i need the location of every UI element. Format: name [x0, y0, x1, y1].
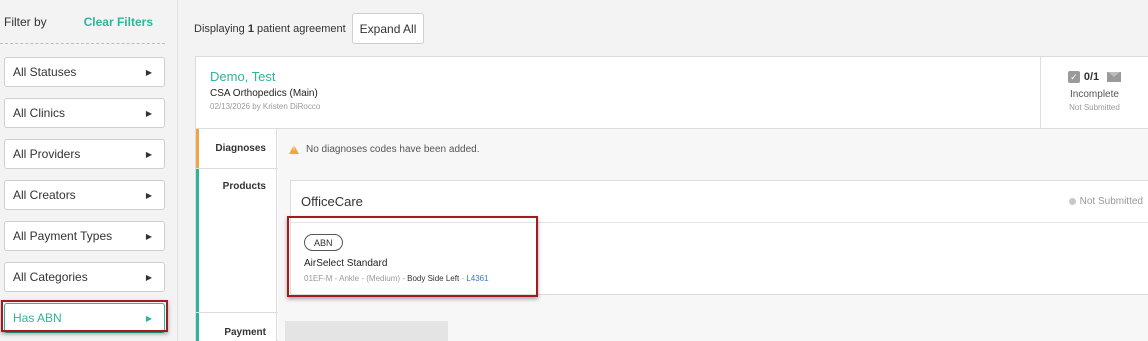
- status-text: Incomplete: [1070, 89, 1119, 100]
- filter-clinics[interactable]: All Clinics ▶: [4, 98, 165, 128]
- filter-has-abn[interactable]: Has ABN ▶: [4, 303, 165, 333]
- chevron-right-icon: ▶: [145, 67, 152, 77]
- products-label: Products: [196, 169, 277, 312]
- agreement-status: ✓ 0/1 Incomplete Not Submitted: [1040, 57, 1148, 128]
- chevron-right-icon: ▶: [145, 149, 152, 159]
- vendor-status: Not Submitted: [1068, 196, 1143, 207]
- vendor-name: OfficeCare: [301, 194, 363, 209]
- filter-statuses[interactable]: All Statuses ▶: [4, 57, 165, 87]
- agreement-header: Demo, Test CSA Orthopedics (Main) 02/13/…: [196, 57, 1148, 129]
- diagnoses-message: No diagnoses codes have been added.: [306, 143, 480, 155]
- item-desc-sep: -: [461, 274, 465, 283]
- patient-name-link[interactable]: Demo, Test: [210, 69, 276, 84]
- diagnoses-body: No diagnoses codes have been added.: [278, 129, 1148, 169]
- signature-count: 0/1: [1083, 71, 1100, 83]
- item-desc-text: 01EF-M - Ankle - (Medium) -: [304, 274, 405, 283]
- filter-by-label: Filter by: [4, 14, 47, 29]
- products-body: OfficeCare Not Submitted ABN AirSelect S…: [278, 169, 1148, 313]
- results-count-text: Displaying 1 patient agreement: [194, 23, 346, 35]
- filter-creators[interactable]: All Creators ▶: [4, 180, 165, 210]
- results-count: 1: [247, 22, 254, 35]
- agreement-card: Demo, Test CSA Orthopedics (Main) 02/13/…: [195, 56, 1148, 341]
- payment-row: Payment: [196, 313, 1148, 341]
- submission-status: Not Submitted: [1069, 103, 1120, 112]
- filter-header: Filter by Clear Filters: [0, 0, 165, 44]
- filter-label: Has ABN: [13, 311, 62, 325]
- vendor-status-text: Not Submitted: [1079, 196, 1143, 207]
- products-row: Products OfficeCare Not Submitted ABN Ai…: [196, 169, 1148, 313]
- clear-filters-link[interactable]: Clear Filters: [84, 15, 153, 29]
- vendor-card: OfficeCare Not Submitted ABN AirSelect S…: [290, 180, 1148, 295]
- main-content: Displaying 1 patient agreement Expand Al…: [178, 0, 1148, 341]
- filter-label: All Clinics: [13, 106, 66, 120]
- filter-providers[interactable]: All Providers ▶: [4, 139, 165, 169]
- product-item-description: 01EF-M - Ankle - (Medium) - Body Side Le…: [304, 274, 489, 283]
- filter-label: All Creators: [13, 188, 76, 202]
- payment-placeholder: [285, 321, 448, 341]
- filter-label: All Payment Types: [13, 229, 113, 243]
- chevron-right-icon: ▶: [145, 108, 152, 118]
- payment-label: Payment: [196, 313, 277, 341]
- warning-icon: [289, 144, 299, 154]
- filter-categories[interactable]: All Categories ▶: [4, 262, 165, 292]
- filter-sidebar: Filter by Clear Filters All Statuses ▶ A…: [0, 0, 178, 341]
- chevron-right-icon: ▶: [145, 313, 152, 323]
- chevron-right-icon: ▶: [145, 190, 152, 200]
- clinic-name: CSA Orthopedics (Main): [210, 88, 318, 99]
- filter-payment-types[interactable]: All Payment Types ▶: [4, 221, 165, 251]
- checkbox-icon: ✓: [1067, 71, 1080, 83]
- filter-label: All Categories: [13, 270, 88, 284]
- chevron-right-icon: ▶: [145, 272, 152, 282]
- diagnoses-label: Diagnoses: [196, 129, 277, 168]
- payment-body: [278, 313, 1148, 341]
- product-item-name: AirSelect Standard: [304, 258, 388, 269]
- body-side: Body Side Left: [407, 274, 460, 283]
- envelope-icon[interactable]: [1107, 72, 1122, 82]
- filter-label: All Providers: [13, 147, 81, 161]
- status-icons: ✓ 0/1: [1041, 71, 1148, 83]
- expand-all-button[interactable]: Expand All: [351, 13, 425, 44]
- filter-label: All Statuses: [13, 65, 77, 79]
- abn-badge: ABN: [304, 234, 343, 251]
- displaying-suffix: patient agreement: [257, 22, 346, 35]
- hcpcs-code[interactable]: L4361: [466, 274, 488, 283]
- vendor-header: OfficeCare Not Submitted: [291, 181, 1148, 223]
- status-dot-icon: [1068, 198, 1076, 205]
- diagnoses-row: Diagnoses No diagnoses codes have been a…: [196, 129, 1148, 169]
- displaying-prefix: Displaying: [194, 22, 245, 35]
- created-info: 02/13/2026 by Kristen DiRocco: [210, 102, 321, 111]
- filter-list: All Statuses ▶ All Clinics ▶ All Provide…: [4, 57, 165, 341]
- results-toolbar: Displaying 1 patient agreement Expand Al…: [194, 13, 425, 44]
- chevron-right-icon: ▶: [145, 231, 152, 241]
